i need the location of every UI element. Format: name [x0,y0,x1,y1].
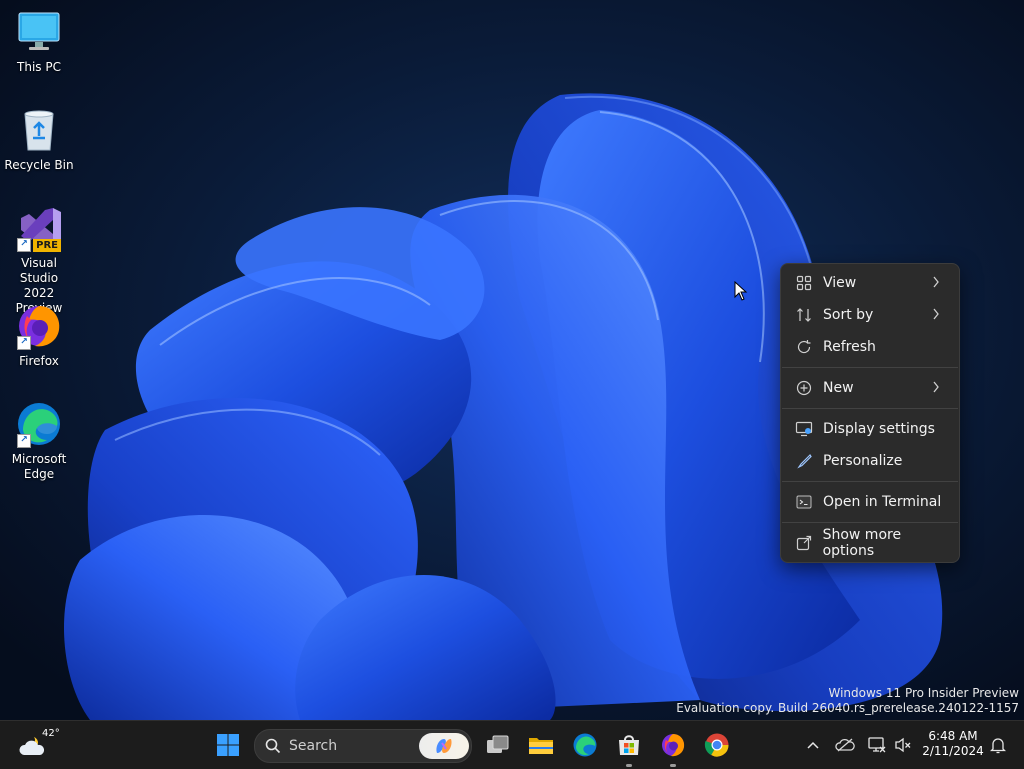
taskbar-file-explorer[interactable] [521,721,561,769]
task-view-icon [487,735,509,753]
mouse-cursor [734,281,748,301]
notification-bell-icon [990,738,1006,754]
taskbar-search-box[interactable]: Search [254,729,472,763]
taskbar: 42° Search 6:48 AM 2/11/2024 [0,720,1024,769]
evaluation-watermark: Windows 11 Pro Insider Preview Evaluatio… [676,686,1019,716]
network-icon [868,737,886,753]
firefox-icon: ↗ [15,302,63,350]
desktop-icon-firefox[interactable]: ↗ Firefox [1,302,77,369]
show-hidden-icons-button[interactable] [800,721,826,769]
desktop-context-menu: View Sort by Refresh New Display setting… [780,263,960,563]
sort-icon [795,306,813,324]
desktop-icon-label: Visual Studio [19,256,59,285]
menu-item-open-in-terminal[interactable]: Open in Terminal [786,488,954,516]
brush-icon [795,452,813,470]
menu-item-show-more-options[interactable]: Show more options [786,527,954,559]
menu-item-view[interactable]: View [786,269,954,297]
network-status[interactable] [864,721,890,769]
desktop-icon-edge[interactable]: ↗ Microsoft Edge [1,400,77,482]
menu-item-new[interactable]: New [786,374,954,402]
chevron-right-icon [933,308,939,320]
volume-muted-icon [895,737,911,753]
chevron-right-icon [933,276,939,288]
weather-temperature: 42° [42,728,60,739]
taskbar-firefox[interactable] [653,721,693,769]
menu-separator [782,408,958,409]
store-icon [619,735,639,755]
chrome-icon [704,733,729,757]
chevron-right-icon [933,381,939,393]
menu-separator [782,481,958,482]
display-icon [795,420,813,438]
menu-item-label: Open in Terminal [823,494,942,510]
weather-widget[interactable]: 42° [10,721,60,769]
desktop-icon-label: This PC [17,60,61,74]
menu-item-label: Refresh [823,339,876,355]
menu-item-display-settings[interactable]: Display settings [786,415,954,443]
menu-item-personalize[interactable]: Personalize [786,447,954,475]
edge-icon: ↗ [15,400,63,448]
refresh-icon [795,338,813,356]
task-view-button[interactable] [478,721,518,769]
shortcut-arrow-icon: ↗ [17,238,31,252]
menu-separator [782,522,958,523]
desktop-icon-this-pc[interactable]: This PC [1,8,77,75]
desktop-icon-label: Edge [23,467,55,481]
monitor-icon [15,8,63,56]
preview-badge: PRE [33,239,61,252]
taskbar-chrome[interactable] [697,721,737,769]
menu-item-label: Show more options [822,527,902,559]
grid-icon [795,274,813,292]
menu-item-sort-by[interactable]: Sort by [786,301,954,329]
desktop-icon-recycle-bin[interactable]: Recycle Bin [1,106,77,173]
menu-item-label: Sort by [823,307,874,323]
menu-separator [782,367,958,368]
chevron-up-icon [807,741,819,749]
menu-item-label: New [823,380,854,396]
search-highlight-button[interactable] [419,733,469,759]
clock-time: 6:48 AM [928,729,978,743]
desktop-icon-label: Recycle Bin [4,158,74,172]
visual-studio-icon: PRE ↗ [15,204,63,252]
start-button[interactable] [208,721,248,769]
onedrive-icon [835,738,855,752]
edge-icon [573,733,597,757]
terminal-icon [795,493,813,511]
share-icon [795,534,813,552]
running-indicator [626,764,632,767]
taskbar-microsoft-store[interactable] [609,721,649,769]
running-indicator [670,764,676,767]
menu-item-label: Personalize [823,453,903,469]
search-placeholder: Search [289,738,338,754]
firefox-icon [662,734,685,757]
volume-status[interactable] [892,721,914,769]
taskbar-clock[interactable]: 6:48 AM 2/11/2024 [918,729,988,759]
taskbar-edge[interactable] [565,721,605,769]
clock-date: 2/11/2024 [922,744,984,758]
recycle-bin-icon [15,106,63,154]
desktop-icon-label: Microsoft [11,452,67,466]
menu-item-refresh[interactable]: Refresh [786,333,954,361]
menu-item-label: View [823,275,857,291]
search-icon [265,738,281,754]
watermark-line-edition: Windows 11 Pro Insider Preview [828,686,1019,700]
desktop-icon-label: Firefox [19,354,59,368]
shortcut-arrow-icon: ↗ [17,336,31,350]
shortcut-arrow-icon: ↗ [17,434,31,448]
file-explorer-icon [529,738,553,754]
menu-item-label: Display settings [823,421,935,437]
notification-center-button[interactable] [986,721,1010,769]
plus-circle-icon [795,379,813,397]
watermark-line-build: Evaluation copy. Build 26040.rs_prerelea… [676,701,1019,715]
onedrive-status[interactable] [832,721,858,769]
desktop-icon-visual-studio[interactable]: PRE ↗ Visual Studio 2022 Preview [1,204,77,316]
copilot-icon [436,739,452,753]
start-icon [217,734,239,756]
